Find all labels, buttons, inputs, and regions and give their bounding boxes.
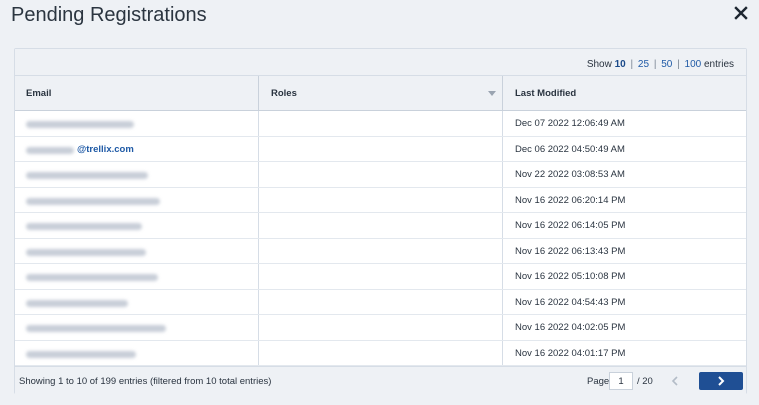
show-entries-control: Show 10 | 25 | 50 | 100 entries	[587, 59, 734, 70]
redacted-email	[26, 197, 160, 205]
entries-option-10[interactable]: 10	[615, 59, 626, 70]
email-link[interactable]: @trellix.com	[77, 137, 134, 162]
roles-cell	[259, 238, 503, 263]
column-header-roles[interactable]: Roles	[259, 76, 503, 111]
entries-option-100[interactable]: 100	[685, 59, 702, 70]
table-row[interactable]: Nov 16 2022 04:54:43 PM	[15, 289, 746, 315]
table-row[interactable]: Nov 16 2022 05:10:08 PM	[15, 264, 746, 290]
email-cell[interactable]	[15, 162, 259, 187]
table-row[interactable]: Nov 22 2022 03:08:53 AM	[15, 162, 746, 188]
table-row[interactable]: @trellix.com Dec 06 2022 04:50:49 AM	[15, 136, 746, 162]
separator: |	[653, 59, 657, 70]
email-cell[interactable]	[15, 264, 259, 289]
last-modified-cell: Nov 16 2022 06:13:43 PM	[515, 245, 626, 257]
column-header-last-modified[interactable]: Last Modified	[503, 76, 746, 111]
table-body: Dec 07 2022 12:06:49 AM @trellix.com Dec…	[15, 111, 746, 366]
entries-option-50[interactable]: 50	[661, 59, 672, 70]
close-button[interactable]	[733, 5, 749, 21]
last-modified-cell: Dec 06 2022 04:50:49 AM	[515, 143, 625, 155]
redacted-email	[26, 248, 146, 256]
last-modified-cell: Nov 16 2022 04:02:05 PM	[515, 322, 626, 333]
close-icon	[734, 6, 748, 20]
roles-cell	[259, 315, 503, 340]
redacted-email	[26, 350, 136, 358]
roles-cell	[259, 289, 503, 314]
column-header-roles-label: Roles	[271, 88, 297, 99]
table-footer: Showing 1 to 10 of 199 entries (filtered…	[15, 366, 746, 394]
table-row[interactable]: Nov 16 2022 06:14:05 PM	[15, 213, 746, 239]
roles-cell	[259, 136, 503, 161]
table-row[interactable]: Nov 16 2022 06:20:14 PM	[15, 187, 746, 213]
registrations-panel: Show 10 | 25 | 50 | 100 entries Email Ro…	[14, 48, 747, 394]
page-total: / 20	[637, 376, 653, 387]
roles-cell	[259, 340, 503, 365]
redacted-email	[26, 223, 142, 230]
chevron-right-icon	[718, 376, 725, 386]
email-cell[interactable]	[15, 340, 259, 365]
last-modified-cell: Nov 16 2022 06:20:14 PM	[515, 194, 626, 206]
redacted-email	[26, 121, 134, 128]
email-cell[interactable]: @trellix.com	[15, 136, 259, 162]
dialog-header: Pending Registrations	[0, 0, 759, 32]
table-toolbar: Show 10 | 25 | 50 | 100 entries	[15, 49, 746, 76]
table-row[interactable]: Nov 16 2022 06:13:43 PM	[15, 238, 746, 264]
roles-cell	[259, 187, 503, 212]
show-entries-suffix: entries	[703, 59, 734, 70]
redacted-email	[26, 146, 74, 154]
dialog-title: Pending Registrations	[11, 4, 207, 26]
email-cell[interactable]	[15, 289, 259, 314]
last-modified-cell: Nov 22 2022 03:08:53 AM	[515, 169, 625, 180]
roles-cell	[259, 264, 503, 289]
entries-option-25[interactable]: 25	[638, 59, 649, 70]
page-label: Page	[587, 376, 610, 387]
email-cell[interactable]	[15, 111, 259, 136]
sort-arrow-icon[interactable]	[488, 91, 496, 96]
table-row[interactable]: Nov 16 2022 04:01:17 PM	[15, 340, 746, 366]
separator: |	[677, 59, 680, 70]
email-cell[interactable]	[15, 187, 259, 212]
redacted-email	[26, 274, 158, 281]
roles-cell	[259, 213, 503, 238]
last-modified-cell: Nov 16 2022 04:01:17 PM	[515, 347, 626, 359]
separator: |	[630, 59, 634, 70]
email-cell[interactable]	[15, 315, 259, 340]
chevron-left-icon	[671, 376, 678, 386]
previous-page-button[interactable]	[667, 373, 683, 389]
last-modified-cell: Nov 16 2022 04:54:43 PM	[515, 296, 626, 308]
redacted-email	[26, 325, 166, 332]
table-row[interactable]: Dec 07 2022 12:06:49 AM	[15, 111, 746, 137]
email-cell[interactable]	[15, 238, 259, 263]
redacted-email	[26, 299, 128, 307]
show-entries-prefix: Show	[586, 59, 612, 70]
roles-cell	[259, 162, 503, 187]
redacted-email	[26, 172, 148, 179]
table-header: Email Roles Last Modified	[15, 76, 746, 111]
next-page-button[interactable]	[699, 372, 743, 390]
entries-summary: Showing 1 to 10 of 199 entries (filtered…	[19, 376, 272, 387]
email-cell[interactable]	[15, 213, 259, 238]
last-modified-cell: Nov 16 2022 05:10:08 PM	[515, 271, 626, 282]
last-modified-cell: Dec 07 2022 12:06:49 AM	[515, 118, 625, 129]
column-header-email[interactable]: Email	[15, 76, 259, 111]
page-number-input[interactable]	[609, 372, 633, 390]
last-modified-cell: Nov 16 2022 06:14:05 PM	[515, 220, 626, 231]
roles-cell	[259, 111, 503, 136]
table-row[interactable]: Nov 16 2022 04:02:05 PM	[15, 315, 746, 341]
